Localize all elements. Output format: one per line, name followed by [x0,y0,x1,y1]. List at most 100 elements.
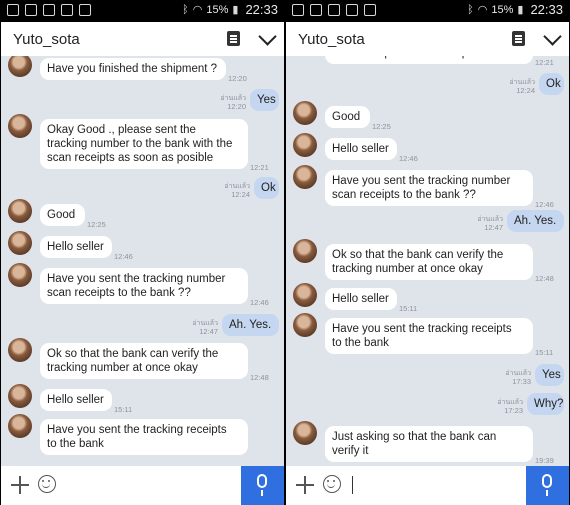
chat-panel-right: ᛒ ◠ 15% ▮ 22:33 Yuto_sota scan receipts … [286,0,569,505]
incoming-message-bubble[interactable]: Just asking so that the bank can verify i… [325,426,533,462]
avatar[interactable] [8,199,32,223]
avatar[interactable] [293,283,317,307]
message-row: Why? 17:23 อ่านแล้ว [286,393,569,415]
incoming-message-bubble[interactable]: scan receipts as soon as posible [325,56,533,64]
incoming-message-bubble[interactable]: Good [40,204,85,226]
message-row: Have you finished the shipment ? 12:20 [1,56,284,83]
outgoing-message-bubble[interactable]: Ah. Yes. [222,314,279,336]
notification-icons [292,4,376,16]
incoming-message-bubble[interactable]: Hello seller [325,138,397,160]
message-timestamp: 12:46 [399,154,418,163]
incoming-message-bubble[interactable]: Good [325,106,370,128]
avatar[interactable] [8,414,32,438]
message-row: Ah. Yes. 12:47 อ่านแล้ว [1,314,284,336]
emoji-icon[interactable] [323,475,341,493]
message-list[interactable]: Have you finished the shipment ? 12:20 Yes… [1,56,284,466]
avatar[interactable] [8,231,32,255]
avatar[interactable] [8,56,32,77]
plus-icon[interactable] [11,476,29,494]
message-text: Hello seller [47,394,104,406]
status-bar: ᛒ ◠ 15% ▮ 22:33 [286,0,569,22]
incoming-message-bubble[interactable]: Have you sent the tracking receipts to th… [40,419,248,455]
notification-icon [292,4,304,16]
message-text: scan receipts as soon as posible [47,152,214,164]
incoming-message-bubble[interactable]: Hello seller [325,288,397,310]
message-text: Have you sent the tracking number [47,273,226,285]
incoming-message-bubble[interactable]: Have you sent the tracking number scan re… [325,170,533,206]
avatar[interactable] [8,263,32,287]
avatar[interactable] [293,313,317,337]
message-text: Have you sent the tracking receipts [332,323,512,335]
incoming-message-bubble[interactable]: Have you finished the shipment ? [40,58,226,80]
chevron-down-icon[interactable] [543,27,562,46]
message-row: Okay Good ., please sent the tracking num… [1,114,284,172]
message-row: Have you sent the tracking number scan re… [1,263,284,307]
message-timestamp: 12:25 [372,122,391,131]
message-row: Hello seller 12:46 [286,133,569,163]
notification-icon [61,4,73,16]
message-text: Just asking so that the bank can [332,431,497,443]
notification-icon [328,4,340,16]
plus-icon[interactable] [296,476,314,494]
read-receipt: อ่านแล้ว [224,183,250,190]
incoming-message-bubble[interactable]: Hello seller [40,389,112,411]
outgoing-message-bubble[interactable]: Why? [527,393,564,415]
outgoing-message-bubble[interactable]: Ok [254,177,279,199]
notification-icon [25,4,37,16]
avatar[interactable] [293,133,317,157]
incoming-message-bubble[interactable]: Ok so that the bank can verify the tracki… [325,244,533,280]
outgoing-message-bubble[interactable]: Yes [535,364,564,386]
text-input-caret[interactable] [352,476,353,494]
incoming-message-bubble[interactable]: Have you sent the tracking number scan re… [40,268,248,304]
message-row: Hello seller 15:11 [1,384,284,414]
incoming-message-bubble[interactable]: Have you sent the tracking receipts to th… [325,318,533,354]
read-receipt: อ่านแล้ว [497,399,523,406]
mic-button[interactable] [241,466,284,505]
read-receipt: อ่านแล้ว [505,370,531,377]
avatar[interactable] [8,384,32,408]
avatar[interactable] [293,165,317,189]
microphone-icon [257,474,267,496]
read-receipt: อ่านแล้ว [192,320,218,327]
message-text: Good [47,209,76,221]
message-timestamp: 12:25 [87,220,106,229]
message-text: Good [332,111,361,123]
message-row: Ok so that the bank can verify the tracki… [286,239,569,283]
message-row: Yes 17:33 อ่านแล้ว [286,364,569,386]
menu-icon[interactable] [512,31,525,46]
incoming-message-bubble[interactable]: Hello seller [40,236,112,258]
microphone-icon [542,474,552,496]
message-timestamp: 12:46 [535,200,554,209]
message-row: Yes 12:20 อ่านแล้ว [1,89,284,111]
message-timestamp: 12:21 [535,58,554,67]
message-row: Have you sent the tracking number scan re… [286,165,569,209]
avatar[interactable] [8,338,32,362]
avatar[interactable] [293,239,317,263]
message-row: Hello seller 15:11 [286,283,569,313]
outgoing-message-bubble[interactable]: Yes [250,89,279,111]
message-row: Good 12:25 [286,101,569,131]
message-timestamp: 15:11 [399,304,418,313]
battery-icon: ▮ [232,4,239,16]
incoming-message-bubble[interactable]: Ok so that the bank can verify the tracki… [40,343,248,379]
chat-title: Yuto_sota [13,31,80,48]
notification-icon [7,4,19,16]
avatar[interactable] [293,421,317,445]
outgoing-message-bubble[interactable]: Ok [539,73,564,95]
message-text: Ah. Yes. [514,215,557,227]
message-text: to the bank [332,337,389,349]
avatar[interactable] [8,114,32,138]
avatar[interactable] [293,101,317,125]
chevron-down-icon[interactable] [258,27,277,46]
emoji-icon[interactable] [38,475,56,493]
message-text: Okay Good ., please sent the [47,124,196,136]
incoming-message-bubble[interactable]: Okay Good ., please sent the tracking num… [40,119,248,169]
message-text: Hello seller [332,293,389,305]
outgoing-message-bubble[interactable]: Ah. Yes. [507,210,564,232]
message-list[interactable]: scan receipts as soon as posible12:21 Ok 1… [286,56,569,466]
menu-icon[interactable] [227,31,240,46]
message-text: to the bank [47,438,104,450]
chat-title: Yuto_sota [298,31,365,48]
mic-button[interactable] [526,466,569,505]
chat-header: Yuto_sota [1,22,284,56]
